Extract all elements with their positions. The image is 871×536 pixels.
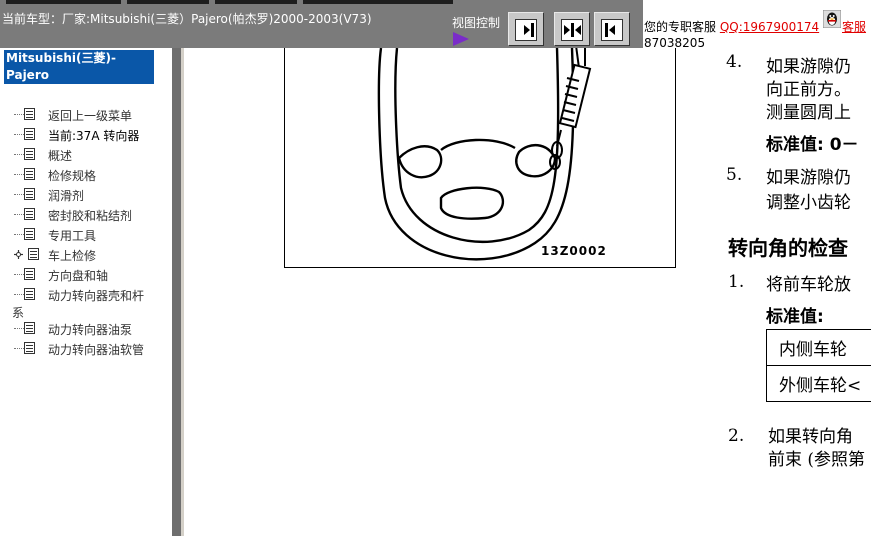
top-toolbar: 当前车型：厂家:Mitsubishi(三菱）Pajero(帕杰罗)2000-20… (0, 0, 643, 48)
sidebar-item-label: 动力转向器油泵 (48, 323, 133, 337)
steering-wheel-figure: 13Z0002 (284, 48, 676, 268)
sidebar-item-label: 润滑剂 (48, 189, 85, 203)
sidebar: Mitsubishi(三菱)-Pajero (帕杰罗)V73-(2000-200… (0, 48, 172, 536)
document-icon (24, 342, 35, 354)
sidebar-item-wrap: 系 (12, 304, 24, 321)
sidebar-item-label: 动力转向器油软管 (48, 343, 145, 357)
sidebar-item-label: 密封胶和粘结剂 (48, 209, 133, 223)
figure-id: 13Z0002 (541, 244, 607, 258)
top-tab-strip[interactable] (127, 0, 209, 4)
expand-plus-icon[interactable] (14, 250, 23, 259)
sidebar-item-label: 动力转向器壳和杆 (48, 289, 145, 303)
sidebar-item-label: 方向盘和轴 (48, 269, 109, 283)
table-row: 内侧车轮 (766, 329, 871, 366)
service-phone: 87038205 (644, 36, 706, 48)
sidebar-item-label: 检修规格 (48, 169, 97, 183)
step-text: 向正前方。 (766, 80, 851, 100)
service-line: 您的专职客服 QQ:1967900174 (644, 18, 819, 35)
current-car-model: 当前车型：厂家:Mitsubishi(三菱）Pajero(帕杰罗)2000-20… (2, 12, 372, 26)
document-icon (24, 148, 35, 160)
manual-content: 13Z0002 4. 如果游隙仍 向正前方。 测量圆周上 标准值: 0－ 5. … (184, 48, 871, 536)
split-icon (561, 19, 583, 41)
top-tab-strip[interactable] (215, 0, 297, 4)
document-icon (24, 188, 35, 200)
sidebar-item-label: 概述 (48, 149, 73, 163)
standard-value: 标准值: (766, 307, 824, 327)
standard-value: 标准值: 0－ (766, 135, 859, 155)
step-number: 4. (726, 52, 743, 72)
top-tab-strip[interactable] (303, 0, 453, 4)
sidebar-title-line: Mitsubishi(三菱)-Pajero (6, 51, 116, 82)
document-icon (24, 128, 35, 140)
customer-service-box: 您的专职客服 QQ:1967900174 客服 87038205 (643, 0, 871, 48)
step-number: 2. (728, 426, 745, 446)
step-text: 调整小齿轮 (766, 193, 851, 213)
section-heading: 转向角的检查 (728, 236, 848, 260)
sidebar-item-label: 当前:37A 转向器 (48, 129, 140, 143)
view-control-label: 视图控制 (452, 16, 501, 30)
arrow-right-icon (515, 19, 537, 41)
view-left-panel-button[interactable] (594, 12, 630, 46)
step-number: 5. (726, 165, 743, 185)
document-icon (24, 288, 35, 300)
step-text: 如果转向角 (768, 427, 853, 447)
step-number: 1. (728, 272, 745, 292)
qq-penguin-icon[interactable] (823, 10, 841, 28)
sidebar-item-label: 专用工具 (48, 229, 97, 243)
document-icon (24, 228, 35, 240)
table-row: 外侧车轮< (766, 365, 871, 402)
step-text: 前束 (参照第 (768, 450, 866, 470)
document-icon (24, 168, 35, 180)
table-cell: 内侧车轮 (766, 329, 871, 366)
table-cell: 外侧车轮< (766, 365, 871, 402)
steering-wheel-drawing (377, 48, 592, 261)
arrow-left-icon (601, 19, 623, 41)
service-prefix: 您的专职客服 (644, 20, 717, 34)
play-icon[interactable] (453, 32, 469, 46)
top-tab-strip[interactable] (6, 0, 121, 4)
sidebar-item-label: 系 (12, 306, 25, 320)
step-text: 如果游隙仍 (766, 168, 851, 188)
document-icon (24, 208, 35, 220)
steering-angle-table: 内侧车轮 外侧车轮< (766, 329, 871, 402)
sidebar-item-label: 车上检修 (48, 249, 97, 263)
sidebar-item-label: 返回上一级菜单 (48, 109, 133, 123)
panel-splitter[interactable] (172, 48, 184, 536)
qq-link[interactable]: QQ:1967900174 (720, 20, 819, 34)
document-icon (24, 322, 35, 334)
step-text: 测量圆周上 (766, 103, 851, 123)
view-right-panel-button[interactable] (508, 12, 544, 46)
step-text: 如果游隙仍 (766, 57, 851, 77)
view-split-button[interactable] (554, 12, 590, 46)
document-icon (24, 268, 35, 280)
document-icon (24, 108, 35, 120)
sidebar-title: Mitsubishi(三菱)-Pajero (帕杰罗)V73-(2000-200… (4, 50, 154, 116)
step-text: 将前车轮放 (766, 275, 851, 295)
service-link[interactable]: 客服 (842, 18, 866, 35)
folder-document-icon (28, 248, 39, 260)
